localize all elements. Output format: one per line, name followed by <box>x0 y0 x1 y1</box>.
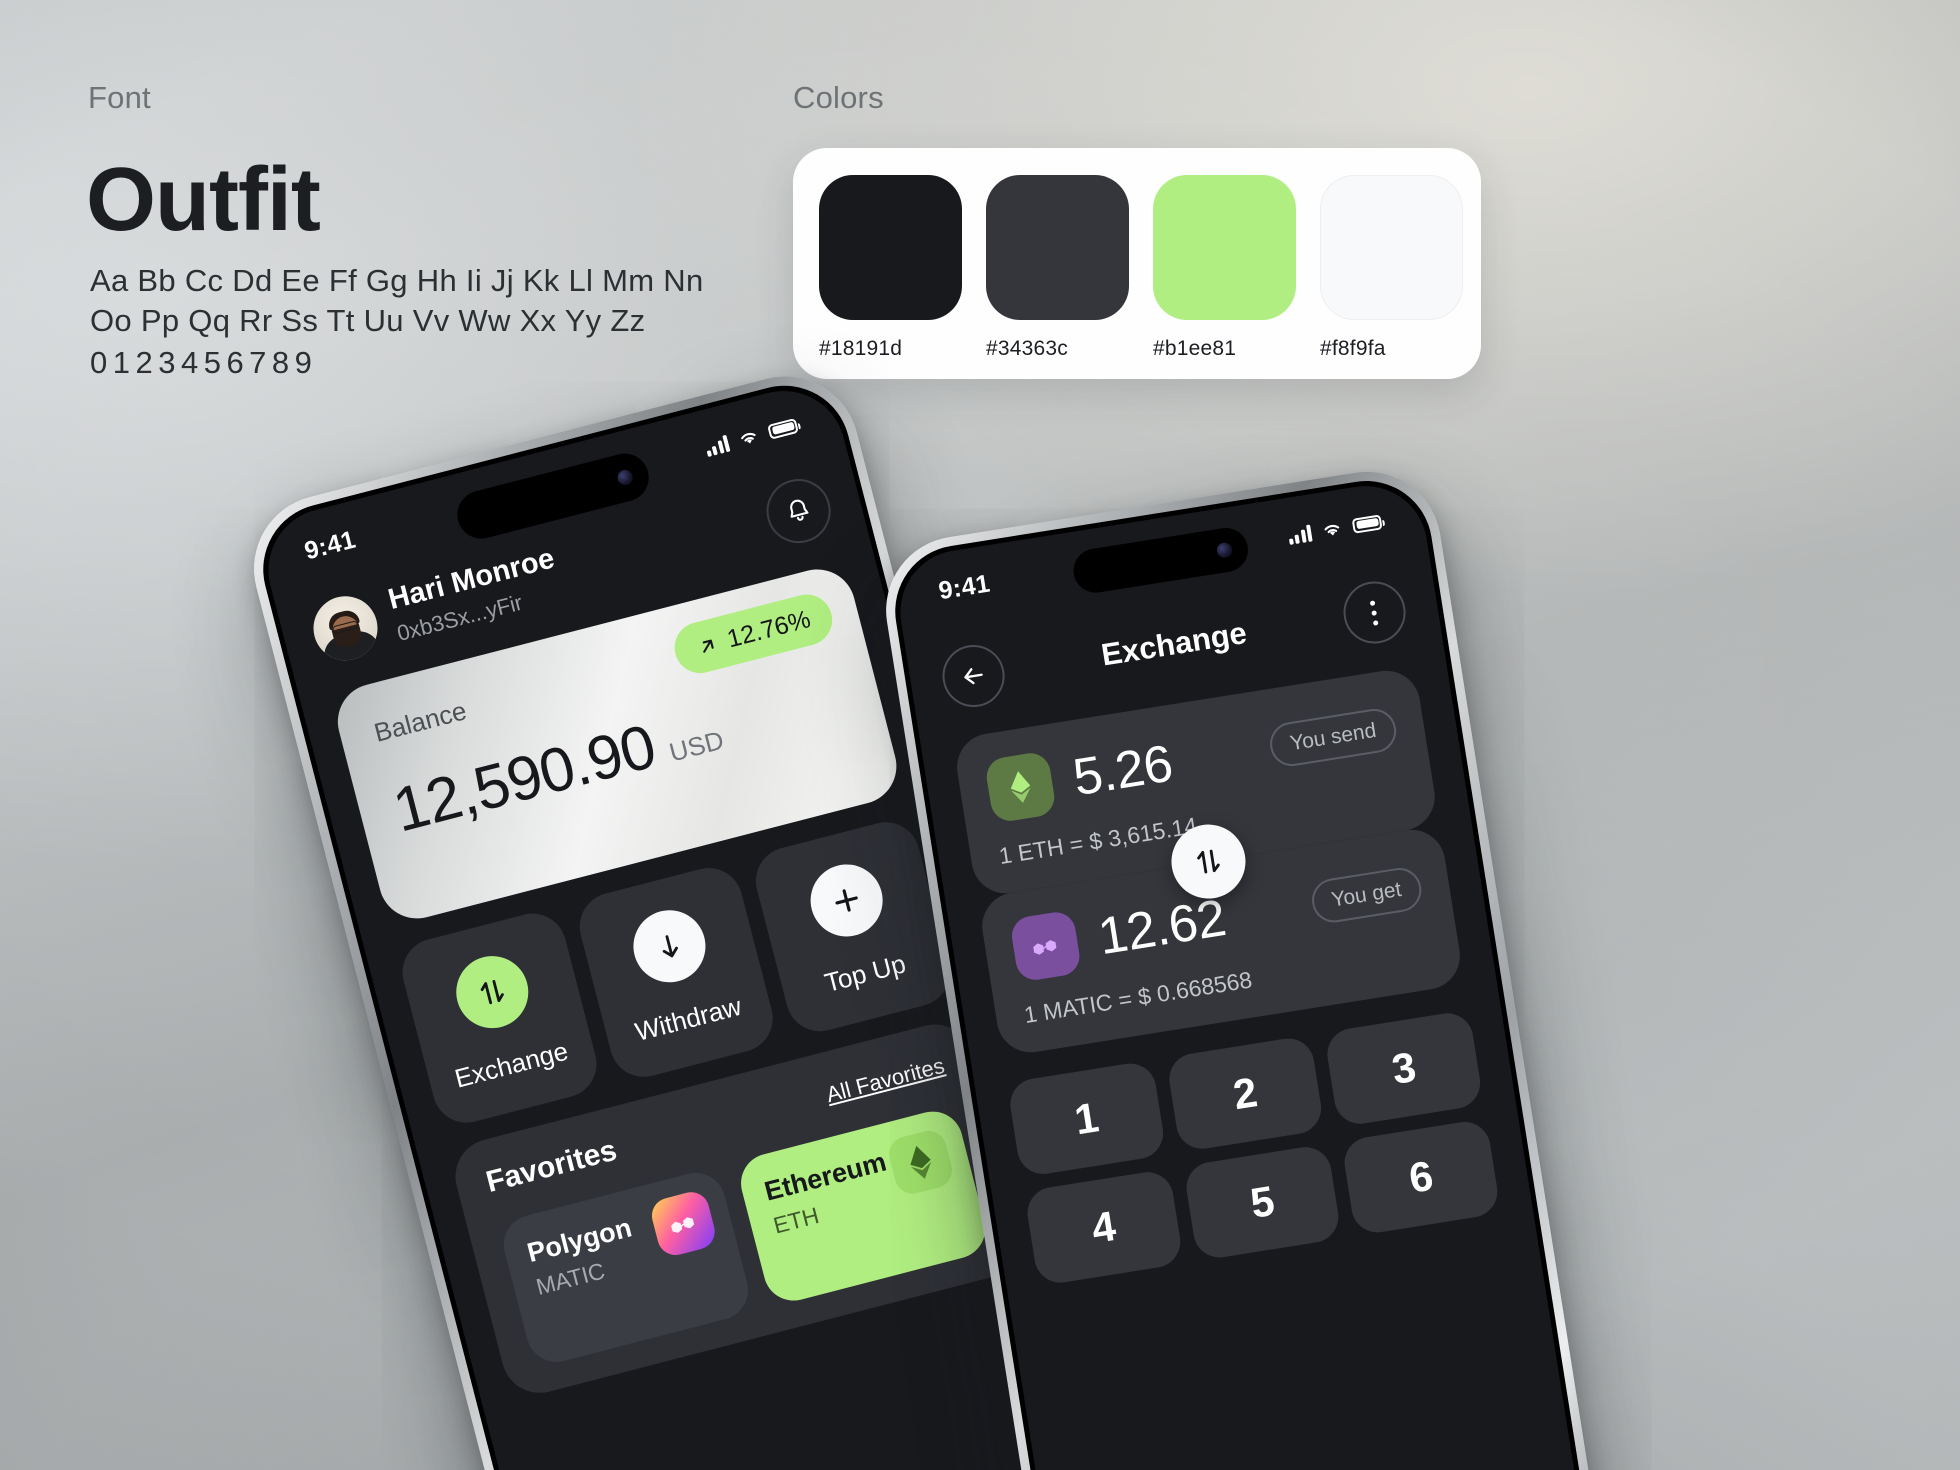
color-swatch-hex: #f8f9fa <box>1320 337 1386 360</box>
font-glyph-line-1: Aa Bb Cc Dd Ee Ff Gg Hh Ii Jj Kk Ll Mm N… <box>90 263 704 298</box>
ethereum-glyph-icon <box>910 1145 932 1179</box>
swap-get-tag: You get <box>1308 864 1425 926</box>
action-withdraw[interactable]: Withdraw <box>572 860 781 1085</box>
all-favorites-link[interactable]: All Favorites <box>824 1053 948 1108</box>
color-swatch-chip <box>1320 175 1463 320</box>
battery-icon <box>1351 513 1383 534</box>
font-glyph-specimen: Aa Bb Cc Dd Ee Ff Gg Hh Ii Jj Kk Ll Mm N… <box>90 265 710 345</box>
swap-vertical-icon <box>1197 849 1220 874</box>
swap-get-value: 12.62 <box>1094 889 1230 967</box>
ethereum-logo-icon <box>983 750 1058 824</box>
color-swatch-hex: #18191d <box>819 337 903 360</box>
balance-amount-row: 12,590.90 USD <box>386 662 853 847</box>
wifi-icon <box>741 432 756 444</box>
arrow-up-right-icon <box>702 639 714 653</box>
more-options-button[interactable] <box>1339 577 1411 648</box>
keypad-key[interactable]: 5 <box>1182 1143 1343 1262</box>
font-glyph-line-2: Oo Pp Qq Rr Ss Tt Uu Vv Ww Xx Yy Zz <box>90 303 646 338</box>
color-swatch-item[interactable]: #34363c <box>986 175 1129 361</box>
keypad-key[interactable]: 3 <box>1323 1009 1484 1128</box>
keypad-key[interactable]: 4 <box>1023 1168 1184 1287</box>
color-swatch-item[interactable]: #f8f9fa <box>1320 175 1463 361</box>
cellular-bars-icon <box>703 434 731 457</box>
action-exchange-label: Exchange <box>451 1035 571 1094</box>
favorites-title: Favorites <box>482 1133 621 1199</box>
colors-section-label: Colors <box>793 80 884 115</box>
withdraw-icon-circle <box>625 901 714 990</box>
favorite-item-ethereum[interactable]: Ethereum ETH <box>734 1105 992 1308</box>
notifications-button[interactable] <box>759 472 838 551</box>
status-icons <box>703 416 799 457</box>
favorite-item-polygon[interactable]: Polygon MATIC <box>497 1166 755 1369</box>
topup-icon-circle <box>802 856 891 944</box>
action-withdraw-label: Withdraw <box>631 990 745 1047</box>
polygon-glyph-icon <box>1033 940 1057 955</box>
color-swatch-hex: #b1ee81 <box>1153 337 1237 360</box>
arrow-down-icon <box>662 934 678 957</box>
numeric-keypad: 1 2 3 4 5 6 <box>1006 1009 1502 1287</box>
polygon-logo-icon <box>1009 909 1083 983</box>
keypad-key[interactable]: 1 <box>1006 1059 1167 1178</box>
keypad-key[interactable]: 6 <box>1341 1118 1502 1237</box>
keypad-key[interactable]: 2 <box>1165 1034 1326 1153</box>
status-time: 9:41 <box>936 569 993 605</box>
wifi-icon <box>1324 524 1340 536</box>
status-time: 9:41 <box>301 524 359 566</box>
color-palette-card: #18191d #34363c #b1ee81 #f8f9fa <box>793 148 1481 379</box>
balance-currency: USD <box>666 724 727 768</box>
color-swatch-chip <box>1153 175 1296 320</box>
balance-change-badge: 12.76% <box>669 588 838 679</box>
exchange-icon-circle <box>448 947 537 1036</box>
balance-change-value: 12.76% <box>724 605 814 654</box>
page-title: Exchange <box>1098 615 1250 673</box>
action-exchange[interactable]: Exchange <box>395 906 604 1131</box>
swap-section: 5.26 You send 1 ETH = $ 3,615.14 12.62 Y… <box>952 665 1465 1058</box>
back-button[interactable] <box>938 640 1010 712</box>
plus-icon <box>835 888 858 912</box>
avatar <box>306 589 385 668</box>
color-swatch-chip <box>986 175 1129 320</box>
more-vertical-icon <box>1370 599 1379 626</box>
font-family-name: Outfit <box>86 150 321 250</box>
swap-send-tag: You send <box>1267 705 1400 770</box>
arrow-left-icon <box>964 668 983 685</box>
battery-icon <box>766 417 799 440</box>
swap-send-value: 5.26 <box>1069 734 1177 808</box>
font-section-label: Font <box>88 80 151 115</box>
color-swatch-item[interactable]: #b1ee81 <box>1153 175 1296 361</box>
action-topup-label: Top Up <box>821 947 909 998</box>
font-digits-specimen: 0123456789 <box>90 345 318 380</box>
polygon-glyph-icon <box>671 1217 695 1233</box>
ethereum-glyph-icon <box>1010 771 1031 803</box>
color-swatch-chip <box>819 175 962 320</box>
color-swatch-hex: #34363c <box>986 337 1068 360</box>
status-icons <box>1287 512 1383 545</box>
exchange-arrows-icon <box>480 979 505 1004</box>
color-swatch-item[interactable]: #18191d <box>819 175 962 361</box>
cellular-bars-icon <box>1287 524 1313 545</box>
bell-icon <box>790 499 809 521</box>
